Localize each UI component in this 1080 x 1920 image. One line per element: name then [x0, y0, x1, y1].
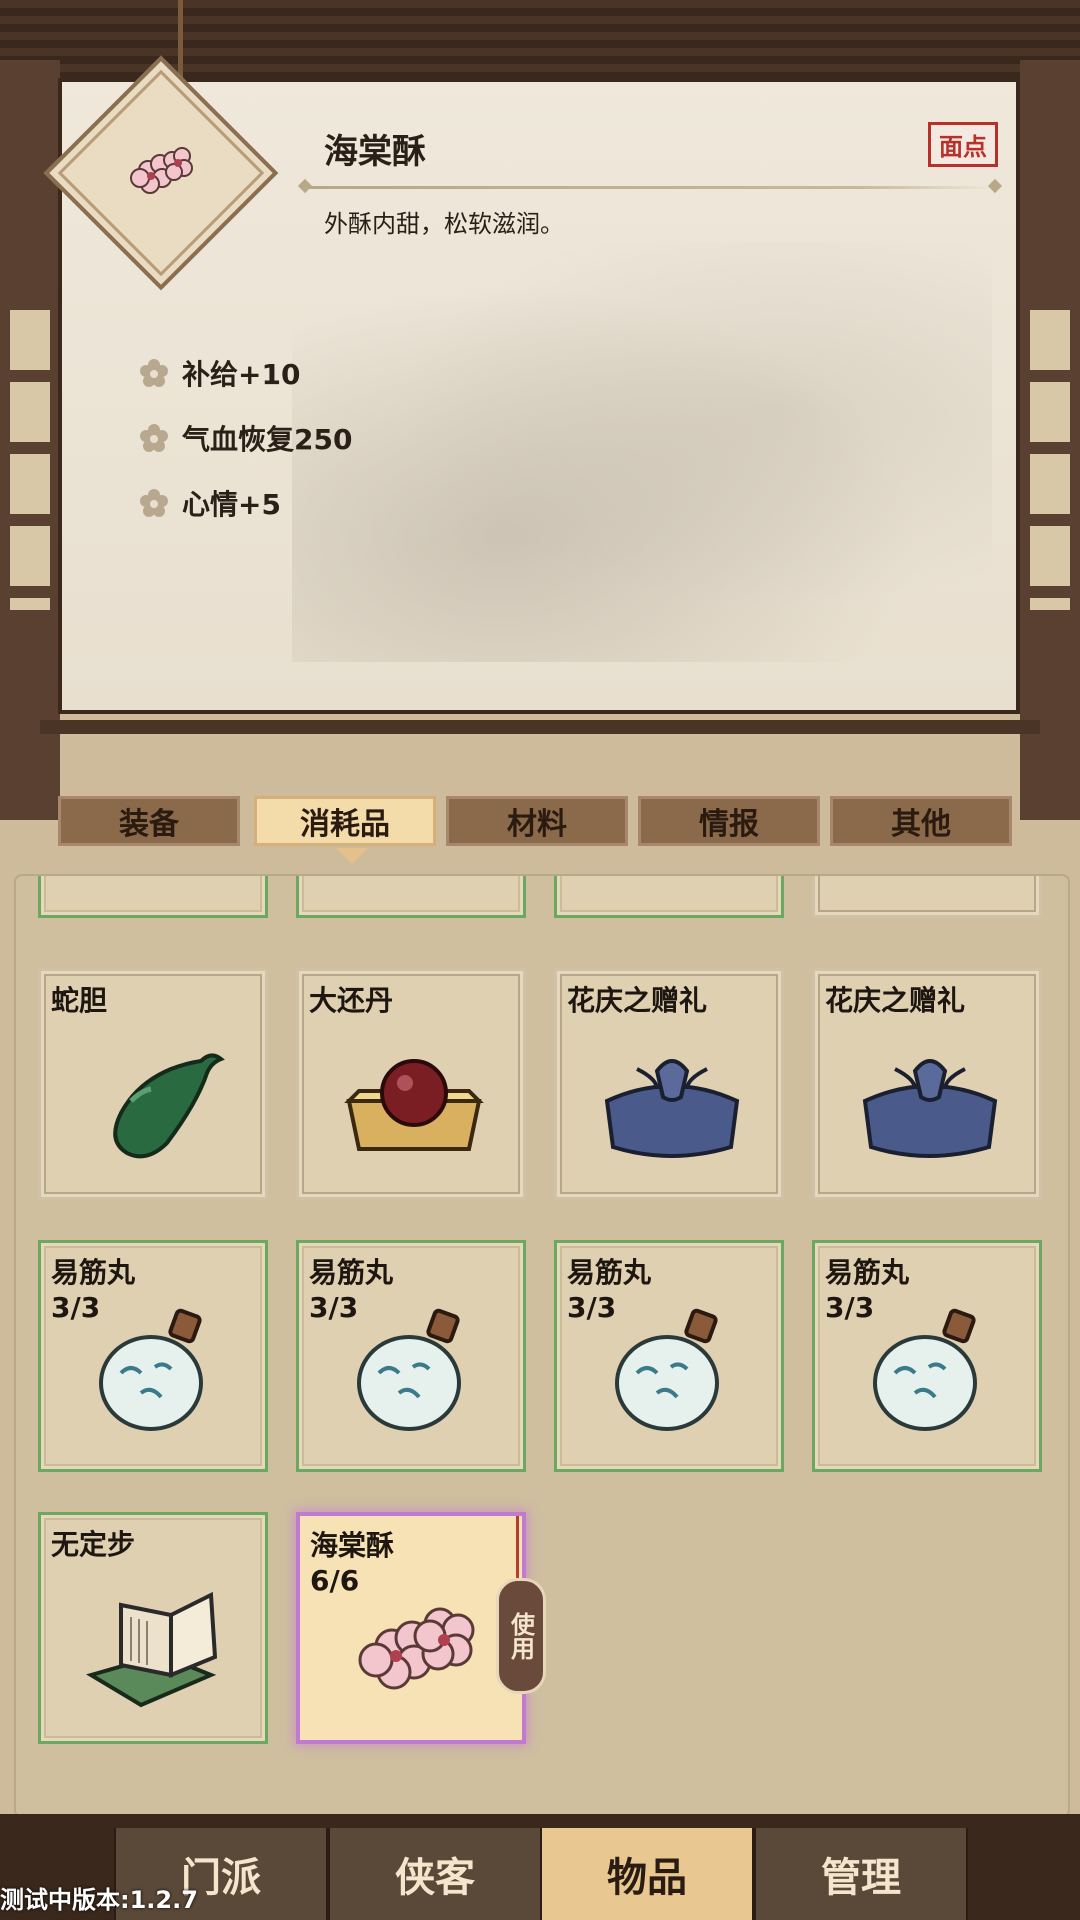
stat-label: 补给+10 [182, 357, 301, 391]
item-name: 大还丹 [309, 984, 394, 1017]
item-name: 蛇胆 [51, 984, 108, 1017]
frame-bar [40, 720, 1040, 734]
item-slot-partial[interactable] [554, 876, 784, 918]
version-label: 测试中版本:1.2.7 [0, 1886, 198, 1914]
nav-items[interactable]: 物品 [540, 1828, 754, 1920]
flower-bullet-icon [140, 358, 168, 387]
stat-label: 心情+5 [182, 487, 281, 521]
item-name: 无定步 [51, 1528, 136, 1561]
item-slot[interactable]: 花庆之赠礼 [554, 968, 784, 1200]
item-slot[interactable]: 易筋丸 3/3 [812, 1240, 1042, 1472]
tab-equipment[interactable]: 装备 [58, 796, 240, 846]
item-name: 花庆之赠礼 [825, 984, 966, 1017]
cloth-bundle-icon [862, 1059, 998, 1158]
item-name: 易筋丸 [309, 1256, 394, 1289]
book-scroll-icon [86, 1591, 218, 1708]
title-divider [306, 186, 996, 189]
flower-bullet-icon [140, 488, 168, 517]
item-slot[interactable]: 蛇胆 [38, 968, 268, 1200]
use-tag-string [516, 1516, 519, 1578]
tab-materials[interactable]: 材料 [446, 796, 628, 846]
snake-gallbladder-icon [113, 1053, 225, 1159]
item-slot[interactable]: 大还丹 [296, 968, 526, 1200]
inventory-grid[interactable]: 蛇胆 大还丹 花庆之赠礼 花庆之赠礼 易筋丸 3/3 易筋丸 3/3 易筋丸 3… [14, 874, 1070, 1818]
item-name: 易筋丸 [825, 1256, 910, 1289]
nav-heroes[interactable]: 侠客 [328, 1828, 542, 1920]
item-category-tag: 面点 [928, 122, 998, 167]
item-name: 花庆之赠礼 [567, 984, 708, 1017]
mountain-painting-background [292, 242, 992, 662]
use-button[interactable]: 使用 [496, 1578, 546, 1694]
stat-row: 心情+5 [138, 470, 352, 535]
tab-intel[interactable]: 情报 [638, 796, 820, 846]
cloth-bundle-icon [604, 1059, 740, 1158]
item-slot-selected[interactable]: 海棠酥 6/6 使用 [296, 1512, 546, 1744]
item-description: 外酥内甜，松软滋润。 [324, 210, 564, 238]
stat-row: 气血恢复250 [138, 405, 352, 470]
frame-right [1020, 60, 1080, 820]
begonia-flower-icon [358, 1607, 475, 1690]
porcelain-bottle-icon [873, 1308, 977, 1431]
item-slot-partial[interactable] [296, 876, 526, 918]
tab-consumables[interactable]: 消耗品 [254, 796, 436, 846]
flower-bullet-icon [140, 423, 168, 452]
begonia-flower-icon [130, 147, 193, 194]
active-tab-pointer [336, 848, 368, 864]
category-tabs: 装备 消耗品 材料 情报 其他 [58, 796, 1018, 850]
porcelain-bottle-icon [357, 1308, 461, 1431]
item-slot[interactable]: 易筋丸 3/3 [554, 1240, 784, 1472]
tab-other[interactable]: 其他 [830, 796, 1012, 846]
item-stats: 补给+10 气血恢复250 心情+5 [138, 340, 352, 535]
item-slot-partial[interactable] [38, 876, 268, 918]
item-name: 易筋丸 [51, 1256, 136, 1289]
pill-box-icon [344, 1059, 484, 1151]
item-name: 易筋丸 [567, 1256, 652, 1289]
item-title: 海棠酥 [324, 132, 426, 172]
porcelain-bottle-icon [99, 1308, 203, 1431]
item-slot[interactable]: 易筋丸 3/3 [38, 1240, 268, 1472]
nav-manage[interactable]: 管理 [754, 1828, 968, 1920]
item-slot[interactable]: 花庆之赠礼 [812, 968, 1042, 1200]
item-slot[interactable]: 无定步 [38, 1512, 268, 1744]
stat-row: 补给+10 [138, 340, 352, 405]
stat-label: 气血恢复250 [182, 422, 353, 456]
item-slot-partial[interactable] [812, 876, 1042, 918]
item-name: 海棠酥 [310, 1529, 395, 1562]
porcelain-bottle-icon [615, 1308, 719, 1431]
item-slot[interactable]: 易筋丸 3/3 [296, 1240, 526, 1472]
